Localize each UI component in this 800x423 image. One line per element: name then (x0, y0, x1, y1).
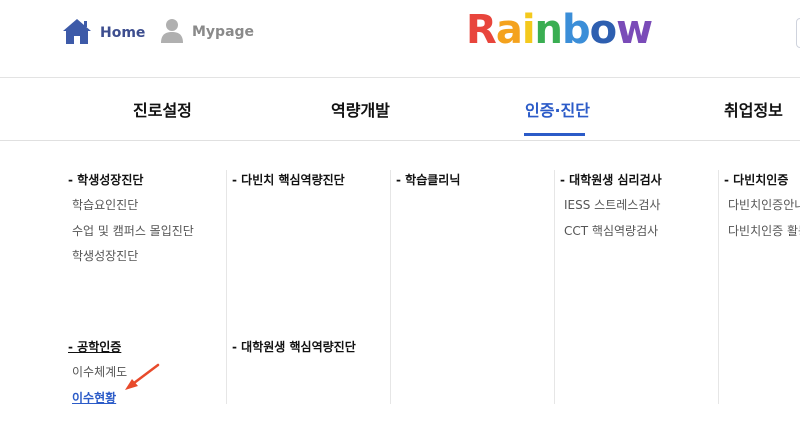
annotation-arrow-icon (122, 362, 162, 396)
logo-letter: o (589, 7, 618, 53)
logo-wordmark: Rainbow (466, 7, 653, 53)
user-icon (160, 17, 184, 47)
menu-item-learning-factor[interactable]: 학습요인진단 (72, 196, 138, 213)
home-icon (62, 17, 92, 49)
menu-group-davinci-competency[interactable]: - 다빈치 핵심역량진단 (232, 171, 345, 188)
home-label: Home (100, 25, 146, 41)
menu-item-curriculum-map[interactable]: 이수체계도 (72, 363, 127, 380)
main-nav: 진로설정 역량개발 인증·진단 취업정보 (0, 79, 800, 141)
menu-group-learning-clinic[interactable]: - 학습클리닉 (396, 171, 460, 188)
menu-item-student-growth[interactable]: 학생성장진단 (72, 247, 138, 264)
menu-item-iess-stress[interactable]: IESS 스트레스검사 (564, 196, 660, 213)
menu-group-grad-competency[interactable]: - 대학원생 핵심역량진단 (232, 338, 356, 355)
mypage-link[interactable]: Mypage (160, 17, 254, 47)
logo-letter: R (466, 7, 497, 53)
active-tab-underline (524, 133, 585, 136)
logo-letter: i (521, 7, 536, 53)
menu-item-davinci-cert-activity[interactable]: 다빈치인증 활동 (728, 222, 800, 239)
menu-group-davinci-cert[interactable]: - 다빈치인증 (724, 171, 788, 188)
menu-group-engineering-cert[interactable]: - 공학인증 (68, 338, 121, 355)
column-divider (718, 170, 719, 404)
menu-item-completion-status[interactable]: 이수현황 (72, 389, 116, 406)
mypage-label: Mypage (192, 24, 255, 40)
nav-competency-development[interactable]: 역량개발 (331, 97, 390, 121)
logo-letter: w (616, 7, 653, 53)
menu-item-cct-competency[interactable]: CCT 핵심역량검사 (564, 222, 658, 239)
header-right-widget[interactable] (796, 18, 800, 48)
logo-letter: n (534, 7, 564, 53)
logo-letter: b (562, 7, 591, 53)
menu-item-davinci-cert-guide[interactable]: 다빈치인증안내 (728, 196, 800, 213)
rainbow-logo[interactable]: Rainbow (466, 7, 653, 53)
menu-group-student-growth[interactable]: - 학생성장진단 (68, 171, 143, 188)
column-divider (554, 170, 555, 404)
nav-career-setting[interactable]: 진로설정 (133, 97, 192, 121)
site-header: Home Mypage Rainbow (0, 0, 800, 78)
nav-employment-info[interactable]: 취업정보 (724, 97, 783, 121)
menu-group-grad-psych-test[interactable]: - 대학원생 심리검사 (560, 171, 662, 188)
logo-letter: a (495, 7, 523, 53)
column-divider (226, 170, 227, 404)
home-link[interactable]: Home (62, 17, 145, 49)
column-divider (390, 170, 391, 404)
nav-certification-diagnosis[interactable]: 인증·진단 (525, 97, 590, 121)
menu-item-class-immersion[interactable]: 수업 및 캠퍼스 몰입진단 (72, 222, 194, 239)
